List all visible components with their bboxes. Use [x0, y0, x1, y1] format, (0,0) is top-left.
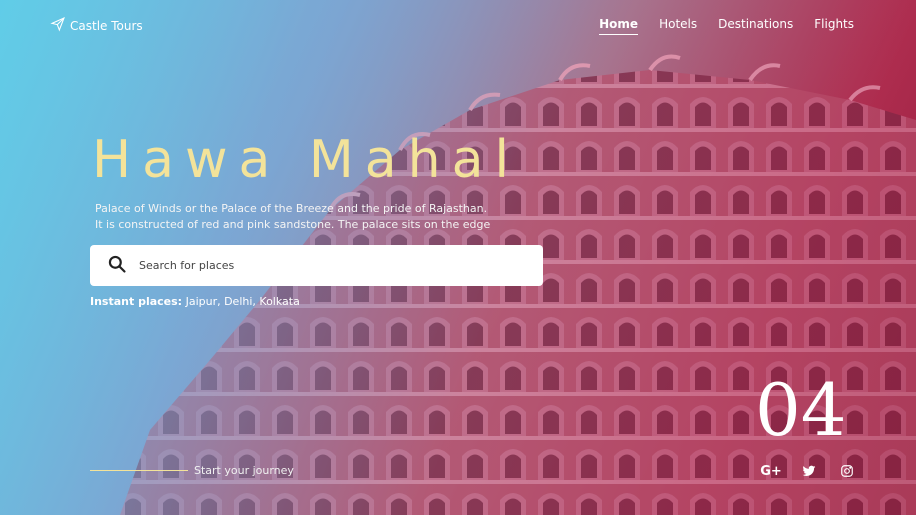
- brand-logo[interactable]: Castle Tours: [50, 16, 143, 35]
- nav-item-destinations[interactable]: Destinations: [718, 17, 793, 35]
- search-input[interactable]: [137, 258, 521, 273]
- hero-section: Castle Tours Home Hotels Destinations Fl…: [0, 0, 916, 515]
- slide-counter: 04: [755, 368, 847, 452]
- nav-item-hotels[interactable]: Hotels: [659, 17, 697, 35]
- start-journey-link[interactable]: Start your journey: [90, 464, 294, 477]
- search-bar[interactable]: [90, 245, 543, 286]
- description-line: Palace of Winds or the Palace of the Bre…: [95, 202, 488, 215]
- brand-name: Castle Tours: [70, 18, 143, 33]
- instant-places: Instant places: Jaipur, Delhi, Kolkata: [90, 295, 300, 308]
- journey-divider: [90, 470, 188, 471]
- journey-label: Start your journey: [194, 464, 294, 477]
- top-navigation: Castle Tours Home Hotels Destinations Fl…: [0, 0, 916, 50]
- twitter-icon[interactable]: [800, 462, 818, 480]
- instant-places-list[interactable]: Jaipur, Delhi, Kolkata: [186, 295, 300, 308]
- instant-places-label: Instant places:: [90, 295, 183, 308]
- description-line: It is constructed of red and pink sandst…: [95, 218, 491, 231]
- nav-item-flights[interactable]: Flights: [814, 17, 854, 35]
- hero-description: Palace of Winds or the Palace of the Bre…: [95, 201, 555, 233]
- paper-plane-icon: [50, 16, 66, 35]
- page-title: Hawa Mahal: [92, 130, 520, 190]
- nav-menu: Home Hotels Destinations Flights: [599, 17, 854, 35]
- nav-item-home[interactable]: Home: [599, 17, 639, 35]
- social-links: G+: [760, 462, 856, 480]
- google-plus-icon[interactable]: G+: [760, 462, 782, 480]
- instagram-icon[interactable]: [838, 462, 856, 480]
- search-icon[interactable]: [90, 254, 127, 278]
